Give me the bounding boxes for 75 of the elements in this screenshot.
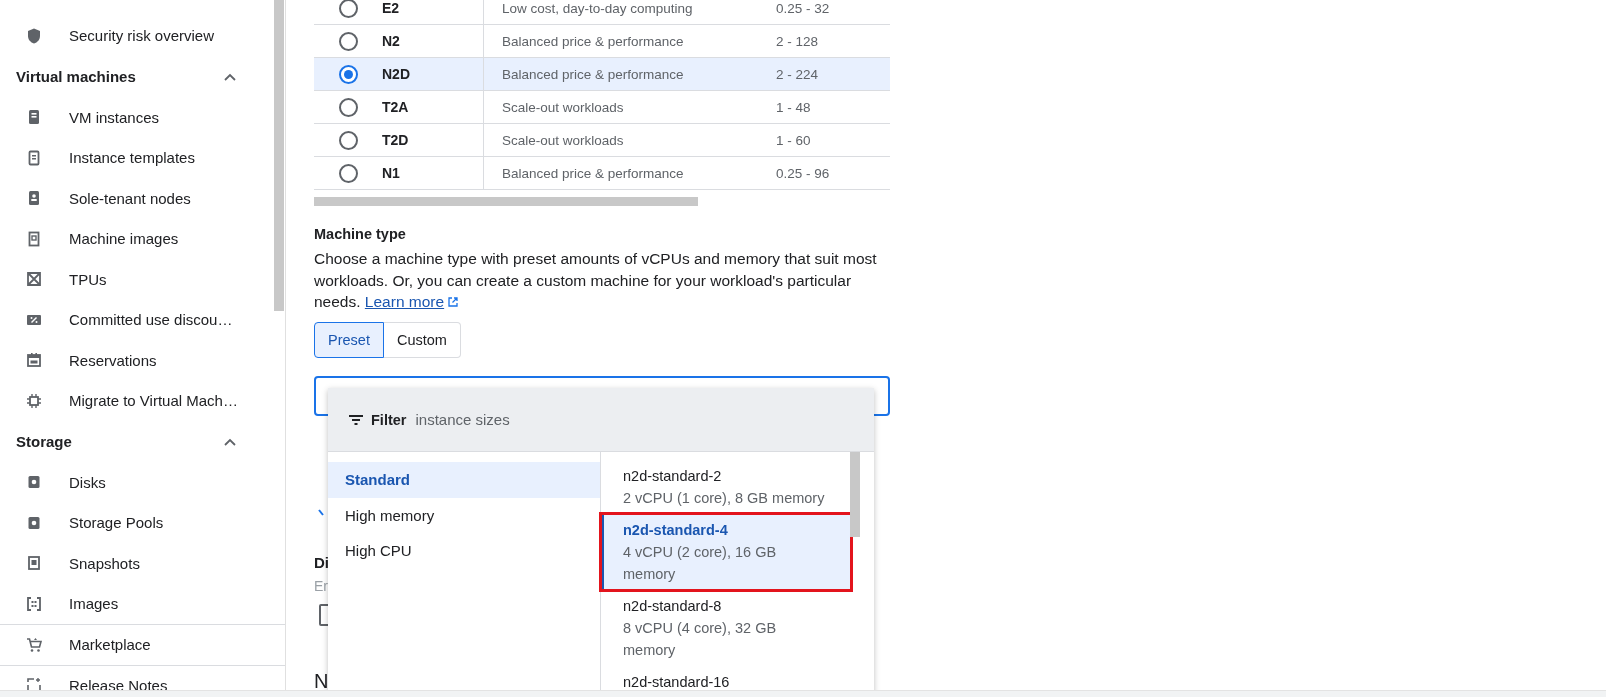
nav-item[interactable]: Migrate to Virtual Mach… bbox=[69, 392, 238, 410]
radio-button[interactable] bbox=[338, 163, 358, 183]
series-name: N2 bbox=[382, 33, 400, 49]
series-description: Scale-out workloads bbox=[502, 132, 624, 148]
section-header[interactable]: Storage bbox=[0, 421, 272, 462]
vcpu-range: 0.25 - 96 bbox=[776, 165, 830, 181]
series-description: Balanced price & performance bbox=[502, 66, 684, 82]
series-description: Low cost, day-to-day computing bbox=[502, 0, 693, 16]
series-description: Scale-out workloads bbox=[502, 99, 624, 115]
vcpu-range: 0.25 - 32 bbox=[776, 0, 830, 16]
scrollbar[interactable] bbox=[0, 690, 1606, 697]
nav-item[interactable]: Storage Pools bbox=[69, 514, 164, 532]
radio-button[interactable] bbox=[338, 97, 358, 117]
nav-item[interactable]: Disks bbox=[69, 473, 106, 491]
calendar-icon bbox=[25, 351, 43, 370]
scrollbar[interactable] bbox=[274, 0, 284, 311]
machine-option[interactable]: n2d-standard-4 4 vCPU (2 core), 16 GB memory bbox=[601, 514, 851, 590]
section-header[interactable]: Virtual machines bbox=[0, 56, 272, 97]
nav-item[interactable]: VM instances bbox=[69, 108, 160, 126]
series-name: T2D bbox=[382, 132, 409, 148]
cart-icon bbox=[25, 635, 43, 654]
table-row[interactable]: E2 Low cost, day-to-day computing 0.25 - 32 bbox=[314, 0, 890, 25]
vcpu-range: 2 - 128 bbox=[776, 33, 819, 49]
placeholder-text: Er bbox=[314, 577, 328, 594]
series-name: E2 bbox=[382, 0, 400, 16]
radio-button[interactable] bbox=[338, 0, 358, 18]
shield-icon bbox=[25, 26, 43, 45]
series-name: N2D bbox=[382, 66, 410, 82]
nav-item[interactable]: Reservations bbox=[69, 351, 157, 369]
section-title: Machine type bbox=[314, 226, 407, 242]
filter-input[interactable]: instance sizes bbox=[415, 411, 716, 428]
nav-item[interactable]: Instance templates bbox=[69, 149, 195, 167]
vcpu-range: 2 - 224 bbox=[776, 66, 819, 82]
description-text: Choose a machine type with preset amounts of vCPUs and memory that suit most workloads. Or, you can create a custom machine for your workload's particular needs. Learn more bbox=[314, 249, 878, 312]
nav-item[interactable]: TPUs bbox=[69, 270, 107, 288]
nav-item[interactable]: Marketplace bbox=[69, 636, 151, 654]
nav-item[interactable]: Security risk overview bbox=[69, 27, 215, 45]
machine-option[interactable]: n2d-standard-16 bbox=[601, 666, 851, 690]
radio-button[interactable] bbox=[338, 31, 358, 51]
series-description: Balanced price & performance bbox=[502, 33, 684, 49]
nav-item[interactable]: Sole-tenant nodes bbox=[69, 189, 191, 207]
nav-item[interactable]: Release Notes bbox=[69, 676, 168, 690]
field-label: N bbox=[314, 669, 329, 690]
table-row[interactable]: N1 Balanced price & performance 0.25 - 96 bbox=[314, 157, 890, 190]
mode-toggle[interactable]: Custom bbox=[383, 321, 461, 358]
scrollbar[interactable] bbox=[314, 197, 698, 206]
vcpu-range: 1 - 48 bbox=[776, 99, 811, 115]
vcpu-range: 1 - 60 bbox=[776, 132, 811, 148]
table-row[interactable]: N2D Balanced price & performance 2 - 224 bbox=[314, 58, 890, 91]
mode-toggle[interactable]: Preset bbox=[314, 321, 384, 358]
bracket-frame-icon bbox=[25, 594, 43, 613]
scrollbar[interactable] bbox=[850, 452, 860, 537]
filter-label: Filter bbox=[371, 411, 407, 428]
nav-item[interactable]: Snapshots bbox=[69, 554, 140, 572]
series-name: T2A bbox=[382, 99, 409, 115]
category-item[interactable]: Standard bbox=[328, 462, 600, 498]
series-name: N1 bbox=[382, 165, 400, 181]
radio-button[interactable] bbox=[338, 130, 358, 150]
field-label: Di bbox=[314, 553, 329, 571]
category-item[interactable]: High memory bbox=[328, 497, 600, 533]
category-item[interactable]: High CPU bbox=[328, 533, 600, 569]
external-link-icon bbox=[447, 296, 460, 308]
nav-item[interactable]: Committed use discou… bbox=[69, 311, 233, 329]
nav-item[interactable]: Machine images bbox=[69, 230, 179, 248]
series-description: Balanced price & performance bbox=[502, 165, 684, 181]
radio-button[interactable] bbox=[338, 64, 358, 84]
nav-item[interactable]: Images bbox=[69, 595, 119, 613]
chip-icon bbox=[25, 391, 43, 410]
learn-more-link[interactable]: Learn more bbox=[364, 293, 460, 310]
snapshot-icon bbox=[25, 554, 43, 573]
table-row[interactable]: T2D Scale-out workloads 1 - 60 bbox=[314, 124, 890, 157]
machine-option[interactable]: n2d-standard-2 2 vCPU (1 core), 8 GB memory bbox=[601, 460, 851, 514]
filter-icon bbox=[348, 413, 364, 426]
table-row[interactable]: T2A Scale-out workloads 1 - 48 bbox=[314, 91, 890, 124]
machine-option[interactable]: n2d-standard-8 8 vCPU (4 core), 32 GB memory bbox=[601, 590, 851, 666]
